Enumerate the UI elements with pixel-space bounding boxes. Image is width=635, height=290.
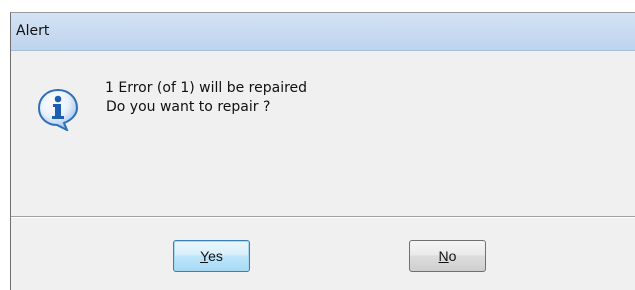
yes-label-rest: es [208, 248, 223, 264]
button-separator [11, 216, 635, 218]
yes-button[interactable]: Yes [173, 240, 250, 272]
yes-mnemonic: Y [200, 248, 209, 264]
dialog-content: 1 Error (of 1) will be repaired Do you w… [11, 51, 635, 216]
no-label-rest: o [448, 248, 457, 264]
dialog-title: Alert [16, 23, 50, 39]
message-line-2: Do you want to repair ? [106, 99, 271, 115]
message-line-1: 1 Error (of 1) will be repaired [105, 80, 308, 96]
alert-dialog: Alert 1 Error (of 1) will be repaired Do… [10, 12, 635, 290]
information-icon [36, 87, 80, 133]
no-mnemonic: N [438, 248, 449, 264]
title-bar[interactable]: Alert [11, 13, 635, 51]
no-button[interactable]: No [409, 240, 486, 272]
alert-message: 1 Error (of 1) will be repaired Do you w… [105, 79, 307, 117]
